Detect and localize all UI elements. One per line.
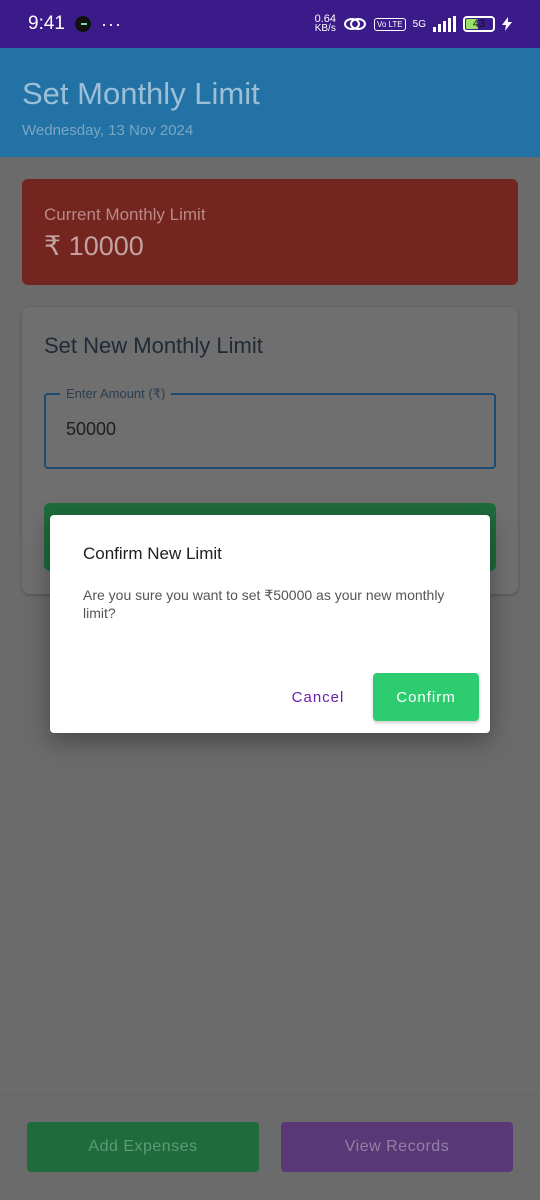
status-right: 0.64 KB/s Vo LTE 5G 43 <box>315 14 512 34</box>
network-speed: 0.64 KB/s <box>315 14 336 34</box>
status-bar: 9:41 ··· 0.64 KB/s Vo LTE 5G 43 <box>0 0 540 48</box>
amount-input-label: Enter Amount (₹) <box>60 386 172 402</box>
page-title: Set Monthly Limit <box>22 76 260 111</box>
dialog-message: Are you sure you want to set ₹50000 as y… <box>83 587 445 621</box>
current-limit-value: ₹ 10000 <box>44 231 144 261</box>
amount-input[interactable]: Enter Amount (₹) 50000 <box>44 386 496 469</box>
status-time: 9:41 <box>28 13 65 34</box>
bottom-nav: Add Expenses View Records <box>0 1089 540 1200</box>
volte-badge: Vo LTE <box>374 17 406 31</box>
current-limit-card: Current Monthly Limit ₹ 10000 <box>22 179 518 285</box>
add-expenses-button[interactable]: Add Expenses <box>27 1122 259 1172</box>
signal-icon <box>433 16 456 32</box>
view-records-button[interactable]: View Records <box>281 1122 513 1172</box>
cancel-button[interactable]: Cancel <box>278 673 358 721</box>
amount-input-value: 50000 <box>66 419 117 439</box>
screen: 9:41 ··· 0.64 KB/s Vo LTE 5G 43 Set Mont… <box>0 0 540 1200</box>
dialog-title: Confirm New Limit <box>83 544 222 563</box>
current-limit-label: Current Monthly Limit <box>44 205 206 224</box>
battery-icon: 43 <box>463 16 495 32</box>
app-header: Set Monthly Limit Wednesday, 13 Nov 2024 <box>0 48 540 157</box>
status-left: 9:41 ··· <box>28 13 122 35</box>
charging-icon <box>502 17 512 31</box>
confirm-button[interactable]: Confirm <box>373 673 479 721</box>
network-type: 5G <box>412 18 426 30</box>
new-limit-title: Set New Monthly Limit <box>44 333 263 358</box>
network-speed-unit: KB/s <box>314 23 336 34</box>
more-notifications-icon: ··· <box>100 13 122 34</box>
link-icon <box>344 18 366 30</box>
confirm-dialog: Confirm New Limit Are you sure you want … <box>50 515 490 733</box>
page-date: Wednesday, 13 Nov 2024 <box>22 122 194 139</box>
battery-level: 43 <box>472 18 486 30</box>
app-notification-icon <box>74 16 91 32</box>
